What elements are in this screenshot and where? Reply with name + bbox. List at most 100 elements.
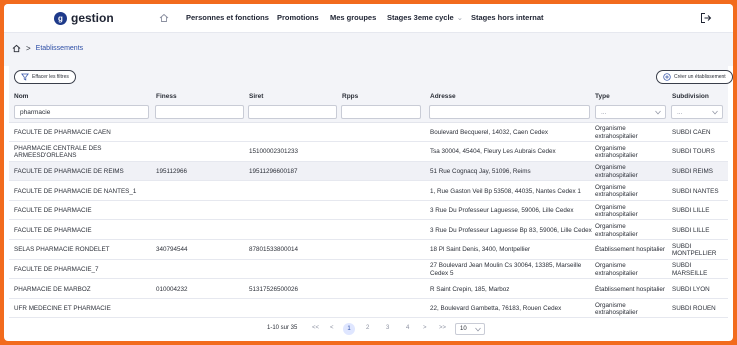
- cell-nom: FACULTE DE PHARMACIE CAEN: [14, 128, 111, 136]
- column-header-finess[interactable]: Finess: [156, 93, 177, 100]
- cell-finess: [156, 260, 244, 279]
- column-header-type[interactable]: Type: [595, 93, 610, 100]
- table-row[interactable]: FACULTE DE PHARMACIE DE NANTES_1 1, Rue G…: [9, 181, 728, 201]
- logout-icon[interactable]: [700, 12, 712, 24]
- cell-siret: 87801533800014: [249, 246, 299, 254]
- cell-adresse: R Saint Crepin, 185, Marboz: [430, 285, 510, 293]
- cell-siret: [249, 123, 337, 142]
- chevron-down-icon: [712, 110, 718, 115]
- table-row[interactable]: FACULTE DE PHARMACIE_7 27 Boulevard Jean …: [9, 260, 728, 280]
- cell-nom: FACULTE DE PHARMACIE: [14, 226, 92, 234]
- chevron-down-icon: [655, 110, 661, 115]
- table-row[interactable]: FACULTE DE PHARMACIE 3 Rue Du Professeur …: [9, 201, 728, 221]
- filter-row: pharmacie ... ...: [9, 101, 728, 123]
- page-button-4[interactable]: 4: [406, 325, 409, 331]
- cell-adresse: 1, Rue Gaston Veil Bp 53508, 44035, Nant…: [430, 187, 581, 195]
- cell-adresse: Tsa 30004, 45404, Fleury Les Aubrais Ced…: [430, 148, 556, 156]
- chevron-down-icon: ⌄: [456, 13, 464, 22]
- siret-filter-input[interactable]: [248, 105, 337, 119]
- table-row[interactable]: SELAS PHARMACIE RONDELET 340794544 8780153…: [9, 240, 728, 260]
- prev-page-button[interactable]: <: [330, 325, 334, 331]
- nav-mes-groupes[interactable]: Mes groupes: [330, 13, 376, 22]
- column-header-adresse[interactable]: Adresse: [430, 93, 456, 100]
- page-size-select[interactable]: 10: [455, 323, 485, 335]
- add-circle-icon: [663, 73, 671, 81]
- breadcrumb-separator: >: [26, 44, 31, 53]
- cell-type: Organisme extrahospitalier: [595, 144, 638, 160]
- create-establishment-button[interactable]: Créer un établissement: [656, 70, 733, 84]
- next-page-button[interactable]: >: [423, 325, 427, 331]
- nav-stages-3eme-cycle[interactable]: Stages 3eme cycle ⌄: [387, 13, 463, 22]
- column-header-nom[interactable]: Nom: [14, 93, 28, 100]
- cell-subdivision: SUBDI NANTES: [672, 187, 719, 195]
- type-filter-select[interactable]: ...: [595, 105, 666, 119]
- table-row[interactable]: FACULTE DE PHARMACIE DE REIMS 195112966 19…: [9, 162, 728, 182]
- home-icon[interactable]: [159, 13, 169, 23]
- column-header-rpps[interactable]: Rpps: [342, 93, 358, 100]
- page-button-2[interactable]: 2: [366, 325, 369, 331]
- cell-subdivision: SUBDI ROUEN: [672, 305, 716, 313]
- clear-filters-button[interactable]: Effacer les filtres: [14, 70, 76, 84]
- pagination-range: 1-10 sur 35: [267, 325, 298, 331]
- breadcrumb-current[interactable]: Etablissements: [36, 45, 83, 52]
- chevron-down-icon: [475, 327, 481, 332]
- cell-rpps: [342, 123, 422, 142]
- cell-finess: [156, 299, 244, 318]
- table-toolbar: Effacer les filtres Créer un établisseme…: [9, 66, 733, 92]
- page-button-3[interactable]: 3: [386, 325, 389, 331]
- cell-rpps: [342, 241, 422, 260]
- breadcrumb-bar: > Etablissements: [4, 33, 733, 66]
- filter-off-icon: [21, 73, 29, 81]
- page-size-value: 10: [460, 326, 467, 332]
- table-row[interactable]: UFR MEDECINE ET PHARMACIE 22, Boulevard G…: [9, 299, 728, 319]
- table-row[interactable]: PHARMACIE CENTRALE DES ARMEESD'ORLEANS 15…: [9, 142, 728, 162]
- cell-type: Établissement hospitalier: [595, 246, 666, 254]
- rpps-filter-input[interactable]: [341, 105, 421, 119]
- cell-finess: 195112966: [156, 168, 188, 176]
- cell-subdivision: SUBDI CAEN: [672, 128, 711, 136]
- last-page-button[interactable]: >>: [439, 325, 446, 331]
- logo[interactable]: g gestion: [54, 11, 114, 25]
- finess-filter-input[interactable]: [155, 105, 244, 119]
- cell-type: Organisme extrahospitalier: [595, 262, 638, 277]
- nav-stages-hors-internat[interactable]: Stages hors internat: [471, 13, 544, 22]
- logo-icon: g: [54, 11, 67, 25]
- table-row[interactable]: PHARMACIE DE MARBOZ 010004232 513175265000…: [9, 279, 728, 299]
- cell-siret: 51317526500026: [249, 285, 299, 293]
- table-header: Nom Finess Siret Rpps Adresse Type Subdi…: [9, 92, 728, 101]
- cell-type: Organisme extrahospitalier: [595, 184, 638, 199]
- cell-type: Organisme extrahospitalier: [595, 164, 638, 179]
- cell-adresse: 3 Rue Du Professeur Laguesse Bp 83, 5900…: [430, 226, 592, 234]
- cell-finess: [156, 182, 244, 201]
- cell-adresse: 18 Pl Saint Denis, 3400, Montpellier: [430, 246, 531, 254]
- nav-promotions[interactable]: Promotions: [277, 13, 319, 22]
- column-header-siret[interactable]: Siret: [249, 93, 263, 100]
- nav-personnes-fonctions[interactable]: Personnes et fonctions: [186, 13, 269, 22]
- cell-finess: 010004232: [156, 285, 188, 293]
- subdivision-filter-select[interactable]: ...: [671, 105, 723, 119]
- page-button-1[interactable]: 1: [343, 323, 355, 335]
- cell-rpps: [342, 162, 422, 181]
- cell-subdivision: SUBDI MARSEILLE: [672, 262, 708, 277]
- home-icon[interactable]: [12, 44, 21, 53]
- cell-type: Organisme extrahospitalier: [595, 223, 638, 238]
- create-establishment-label: Créer un établissement: [674, 74, 726, 80]
- adresse-filter-input[interactable]: [429, 105, 590, 119]
- cell-adresse: 22, Boulevard Gambetta, 76183, Rouen Ced…: [430, 305, 562, 313]
- cell-rpps: [342, 221, 422, 240]
- cell-type: Organisme extrahospitalier: [595, 203, 638, 218]
- pagination: 1-10 sur 35 << < 1 2 3 4 > >> 10: [9, 322, 728, 338]
- table-row[interactable]: FACULTE DE PHARMACIE CAEN Boulevard Becqu…: [9, 123, 728, 142]
- cell-adresse: 3 Rue Du Professeur Laguesse, 59006, Lil…: [430, 207, 574, 215]
- first-page-button[interactable]: <<: [312, 325, 319, 331]
- table-row[interactable]: FACULTE DE PHARMACIE 3 Rue Du Professeur …: [9, 221, 728, 240]
- subdivision-filter-placeholder: ...: [677, 109, 683, 116]
- cell-finess: [156, 221, 244, 240]
- app-frame: g gestion Personnes et fonctions Promoti…: [4, 4, 733, 341]
- clear-filters-label: Effacer les filtres: [32, 74, 69, 80]
- cell-subdivision: SUBDI LILLE: [672, 226, 710, 234]
- nom-filter-input[interactable]: pharmacie: [14, 105, 149, 119]
- cell-adresse: 27 Boulevard Jean Moulin Cs 30064, 13385…: [430, 262, 582, 277]
- cell-finess: [156, 201, 244, 220]
- column-header-subdivision[interactable]: Subdivision: [672, 93, 709, 100]
